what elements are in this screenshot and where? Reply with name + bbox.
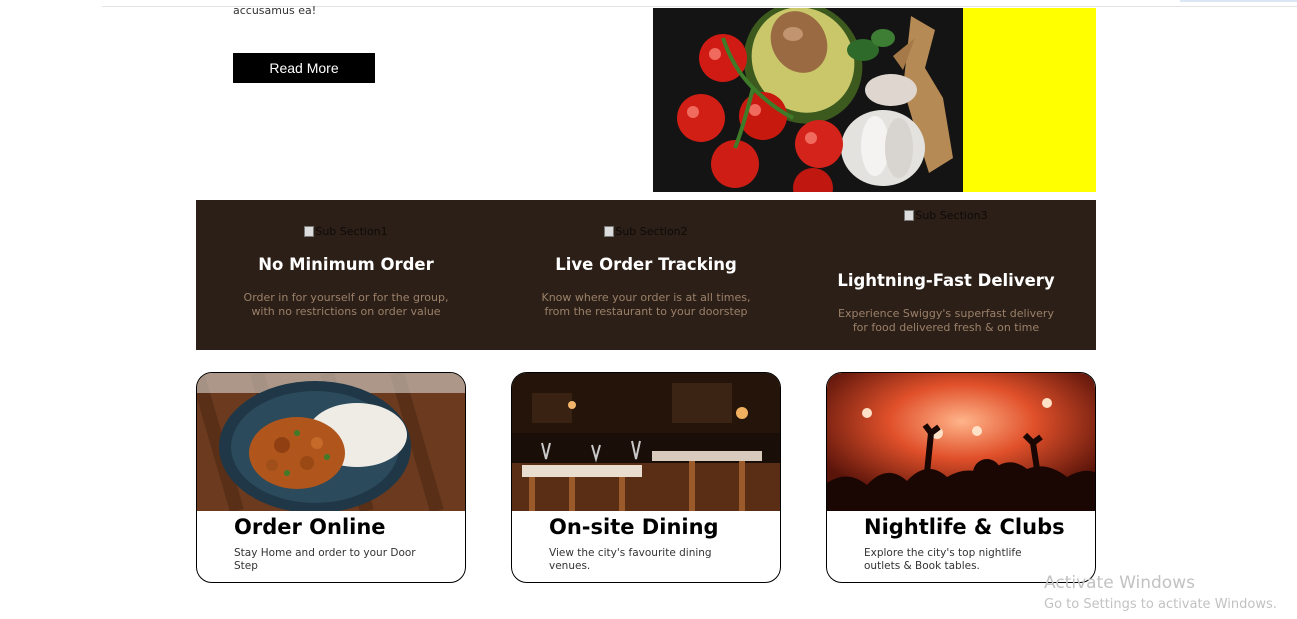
sub-section-image: Sub Section3 — [904, 209, 988, 222]
card-nightlife-clubs[interactable]: Nightlife & Clubs Explore the city's top… — [826, 372, 1096, 583]
activate-windows-watermark: Activate Windows Go to Settings to activ… — [1044, 573, 1277, 612]
hero-text: accusamus ea! — [233, 4, 317, 17]
card-title: Order Online — [234, 515, 386, 539]
feature-description: Order in for yourself or for the group, … — [243, 291, 449, 318]
feature-description: Experience Swiggy's superfast delivery f… — [838, 307, 1054, 334]
card-description: Explore the city's top nightlife outlets… — [864, 547, 1022, 572]
curry-plate-photo — [197, 373, 465, 511]
read-more-button[interactable]: Read More — [233, 53, 375, 83]
card-title: Nightlife & Clubs — [864, 515, 1065, 539]
hero-accent-block — [963, 8, 1096, 192]
feature-title: Live Order Tracking — [555, 255, 737, 274]
feature-description: Know where your order is at all times, f… — [541, 291, 751, 318]
feature-live-order-tracking: Sub Section2 Live Order Tracking Know wh… — [496, 222, 796, 319]
broken-image-icon — [904, 210, 915, 221]
feature-lightning-fast-delivery: Sub Section3 Lightning-Fast Delivery Exp… — [796, 206, 1096, 335]
nightclub-crowd-photo — [827, 373, 1095, 511]
broken-image-icon — [604, 226, 615, 237]
watermark-title: Activate Windows — [1044, 573, 1195, 593]
top-accent-bar — [1180, 0, 1297, 2]
card-description: Stay Home and order to your Door Step — [234, 547, 416, 572]
features-section: Sub Section1 No Minimum Order Order in f… — [196, 200, 1096, 350]
sub-section-image: Sub Section2 — [604, 225, 688, 238]
vegetables-photo — [653, 8, 963, 192]
card-order-online[interactable]: Order Online Stay Home and order to your… — [196, 372, 466, 583]
watermark-subtitle: Go to Settings to activate Windows. — [1044, 597, 1277, 612]
card-on-site-dining[interactable]: On-site Dining View the city's favourite… — [511, 372, 781, 583]
card-description: View the city's favourite dining venues. — [549, 547, 712, 572]
broken-image-icon — [304, 226, 315, 237]
feature-title: Lightning-Fast Delivery — [837, 271, 1055, 290]
restaurant-interior-photo — [512, 373, 780, 511]
sub-section-image: Sub Section1 — [304, 225, 388, 238]
feature-title: No Minimum Order — [258, 255, 434, 274]
feature-no-minimum-order: Sub Section1 No Minimum Order Order in f… — [196, 222, 496, 319]
card-title: On-site Dining — [549, 515, 719, 539]
